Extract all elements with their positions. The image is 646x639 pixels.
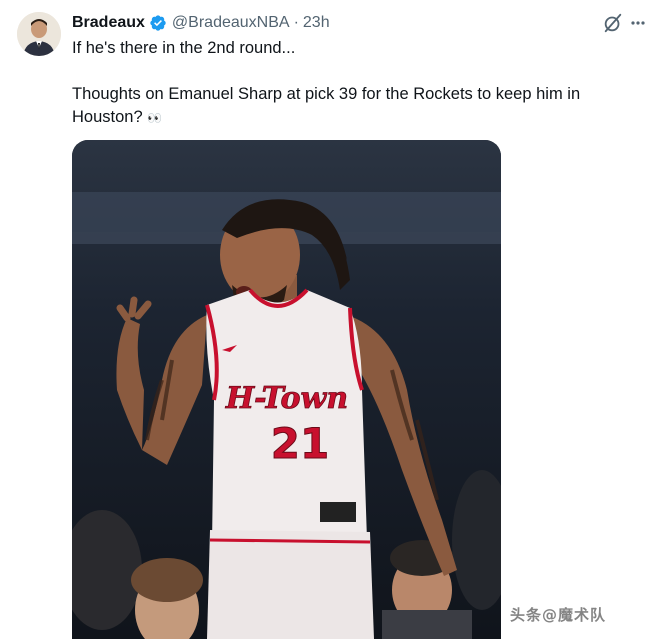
tweet-timestamp[interactable]: 23h [303, 14, 330, 32]
tweet-text-line-1: If he's there in the 2nd round... [72, 39, 296, 57]
author-handle[interactable]: @BradeauxNBA [172, 14, 290, 32]
author-avatar[interactable] [17, 12, 61, 56]
watermark: 头条@魔术队 [510, 606, 607, 624]
tweet-text: If he's there in the 2nd round... Though… [72, 37, 622, 130]
verified-badge-icon [150, 15, 166, 31]
jersey-text: H-Town [225, 381, 348, 416]
eyes-emoji: 👀 [147, 111, 164, 125]
more-icon[interactable] [630, 12, 646, 34]
tweet-header: Bradeaux @BradeauxNBA · 23h [72, 12, 330, 34]
jersey-number: 21 [271, 419, 329, 468]
more-dots-icon [631, 21, 645, 25]
tweet[interactable]: Bradeaux @BradeauxNBA · 23h If he's ther… [0, 0, 646, 639]
author-name[interactable]: Bradeaux [72, 14, 145, 32]
avatar-image [17, 12, 61, 56]
player-photo: H-Town 21 [72, 140, 501, 639]
tweet-media-photo[interactable]: H-Town 21 [72, 140, 501, 639]
tweet-text-line-2: Thoughts on Emanuel Sharp at pick 39 for… [72, 83, 622, 130]
separator-dot: · [293, 14, 299, 31]
grok-icon[interactable] [602, 12, 624, 34]
jersey-patch [320, 502, 356, 522]
